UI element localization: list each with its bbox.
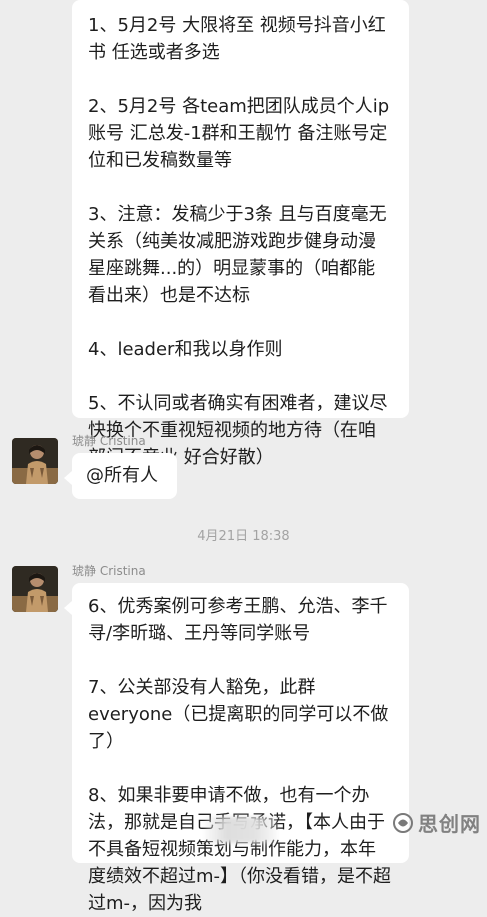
message-line-7: 7、公关部没有人豁免，此群everyone（已提离职的同学可以不做了） (88, 677, 389, 752)
message-bubble-mention[interactable]: @所有人 (64, 453, 177, 499)
watermark-text: 思创网 (418, 812, 481, 836)
message-line-1: 1、5月2号 大限将至 视频号抖音小红书 任选或者多选 (88, 15, 386, 63)
message-line-8: 8、如果非要申请不做，也有一个办法，那就是自己手写承诺，【本人由于不具备短视频策… (88, 785, 392, 914)
mention-text: @所有人 (86, 465, 158, 486)
message-line-6: 6、优秀案例可参考王鹏、允浩、李千寻/李昕璐、王丹等同学账号 (88, 596, 388, 644)
redaction-blur (205, 817, 277, 843)
avatar[interactable] (12, 566, 58, 612)
sender-name: 琥静 Cristina (72, 564, 146, 578)
sichuang-logo-icon (393, 812, 413, 833)
avatar-photo-icon (12, 438, 58, 484)
message-line-3: 3、注意：发稿少于3条 且与百度毫无关系（纯美妆减肥游戏跑步健身动漫星座跳舞..… (88, 204, 387, 306)
avatar[interactable] (12, 438, 58, 484)
watermark: 思创网 (392, 808, 481, 837)
message-bubble-instructions[interactable]: 1、5月2号 大限将至 视频号抖音小红书 任选或者多选 2、5月2号 各team… (72, 0, 409, 468)
message-line-2: 2、5月2号 各team把团队成员个人ip账号 汇总发-1群和王靓竹 备注账号定… (88, 96, 390, 171)
avatar-photo-icon (12, 566, 58, 612)
chat-window: 1、5月2号 大限将至 视频号抖音小红书 任选或者多选 2、5月2号 各team… (0, 0, 487, 914)
timestamp: 4月21日 18:38 (197, 529, 290, 544)
sender-name: 琥静 Cristina (72, 434, 146, 448)
message-line-4: 4、leader和我以身作则 (88, 339, 283, 360)
